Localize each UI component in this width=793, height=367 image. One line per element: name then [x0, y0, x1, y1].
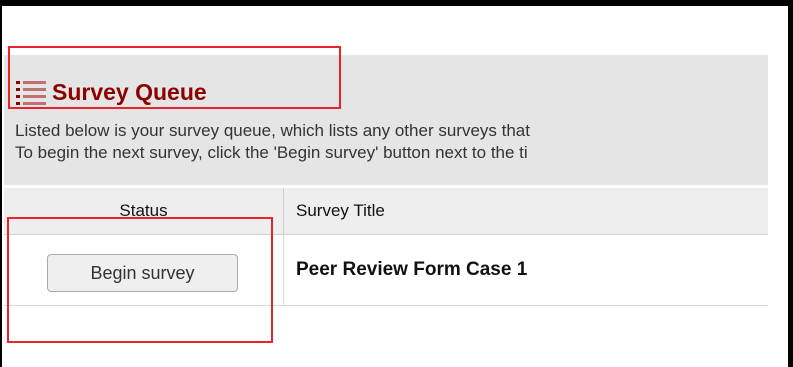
- column-divider: [283, 188, 284, 234]
- page-title: Survey Queue: [52, 78, 207, 105]
- column-header-status: Status: [119, 201, 168, 220]
- column-header-survey-title: Survey Title: [296, 201, 385, 220]
- survey-queue-description: Listed below is your survey queue, which…: [15, 120, 768, 164]
- begin-survey-button[interactable]: Begin survey: [47, 254, 238, 292]
- left-border: [0, 6, 2, 367]
- table-row: Begin survey Peer Review Form Case 1: [4, 235, 768, 306]
- column-divider: [283, 235, 284, 305]
- survey-queue-panel: Survey Queue Listed below is your survey…: [4, 6, 768, 367]
- list-icon: [16, 81, 46, 105]
- description-line-2: To begin the next survey, click the 'Beg…: [15, 143, 528, 162]
- survey-title-cell: Peer Review Form Case 1: [296, 259, 528, 280]
- description-line-1: Listed below is your survey queue, which…: [15, 121, 530, 140]
- survey-queue-header: Survey Queue: [16, 72, 207, 112]
- right-border: [788, 6, 793, 367]
- table-header-row: Status Survey Title: [4, 188, 768, 235]
